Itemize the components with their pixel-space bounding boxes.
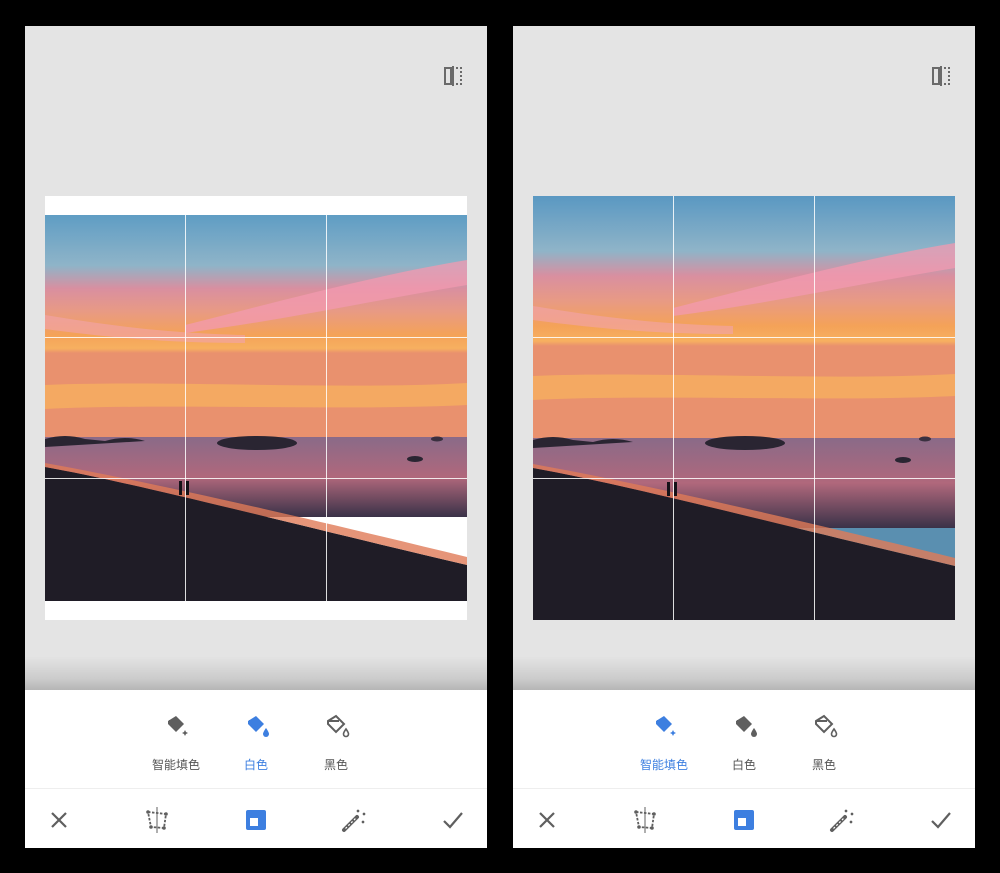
compare-icon[interactable] [929,64,953,88]
paint-bucket-black-icon [327,714,350,738]
fill-option-white[interactable]: 白色 [704,706,784,786]
grid-line-vertical [673,196,674,620]
canvas-area [513,26,975,692]
bottom-panel: 智能填色 白色 黑色 [513,690,975,848]
paint-bucket-sparkle-icon [168,716,188,736]
fill-options: 智能填色 白色 黑色 [513,706,975,786]
fill-option-label: 白色 [731,758,756,772]
fill-option-label: 黑色 [323,758,348,772]
fill-option-label: 白色 [243,758,268,772]
panel-divider [513,788,975,789]
perspective-button[interactable] [141,804,173,836]
expanded-canvas-frame [533,196,955,620]
checkmark-icon [443,812,463,829]
grid-line-horizontal [45,337,467,338]
fill-option-black[interactable]: 黑色 [784,706,864,786]
expanded-canvas-frame [45,196,467,620]
bottom-panel: 智能填色 白色 黑色 [25,690,487,848]
canvas-area [25,26,487,692]
cancel-button[interactable] [43,804,75,836]
bottom-toolbar [513,798,975,842]
sunset-beach-photo [533,196,955,620]
compare-icon[interactable] [441,64,465,88]
fill-options: 智能填色 白色 黑色 [25,706,487,786]
fill-option-label: 智能填色 [639,758,688,772]
expand-icon [734,810,754,830]
paint-bucket-sparkle-icon [656,716,676,736]
cancel-button[interactable] [531,804,563,836]
canvas-shadow [513,656,975,692]
editor-screen-smart-fill: 智能填色 白色 黑色 [513,26,975,848]
canvas-shadow [25,656,487,692]
paint-bucket-white-icon [248,716,269,737]
bottom-toolbar [25,798,487,842]
perspective-button[interactable] [629,804,661,836]
grid-line-vertical [185,215,186,601]
fill-option-label: 智能填色 [151,758,200,772]
expand-button[interactable] [728,804,760,836]
grid-line-horizontal [45,478,467,479]
magic-wand-button[interactable] [337,804,369,836]
magic-wand-icon [830,809,854,832]
grid-line-horizontal [533,337,955,338]
editor-screen-white-fill: 智能填色 白色 黑色 [25,26,487,848]
fill-option-smart[interactable]: 智能填色 [624,706,704,786]
checkmark-icon [931,812,951,829]
magic-wand-icon [342,809,366,832]
paint-bucket-white-icon [736,716,757,737]
perspective-icon [146,807,168,833]
apply-button[interactable] [925,804,957,836]
close-icon [539,812,555,828]
magic-wand-button[interactable] [825,804,857,836]
fill-option-white[interactable]: 白色 [216,706,296,786]
sunset-beach-photo [45,215,467,601]
fill-option-label: 黑色 [811,758,836,772]
perspective-icon [634,807,656,833]
apply-button[interactable] [437,804,469,836]
fill-option-smart[interactable]: 智能填色 [136,706,216,786]
expand-icon [246,810,266,830]
fill-option-black[interactable]: 黑色 [296,706,376,786]
panel-divider [25,788,487,789]
paint-bucket-black-icon [815,714,838,738]
grid-line-vertical [326,215,327,601]
close-icon [51,812,67,828]
grid-line-horizontal [533,478,955,479]
expand-button[interactable] [240,804,272,836]
grid-line-vertical [814,196,815,620]
